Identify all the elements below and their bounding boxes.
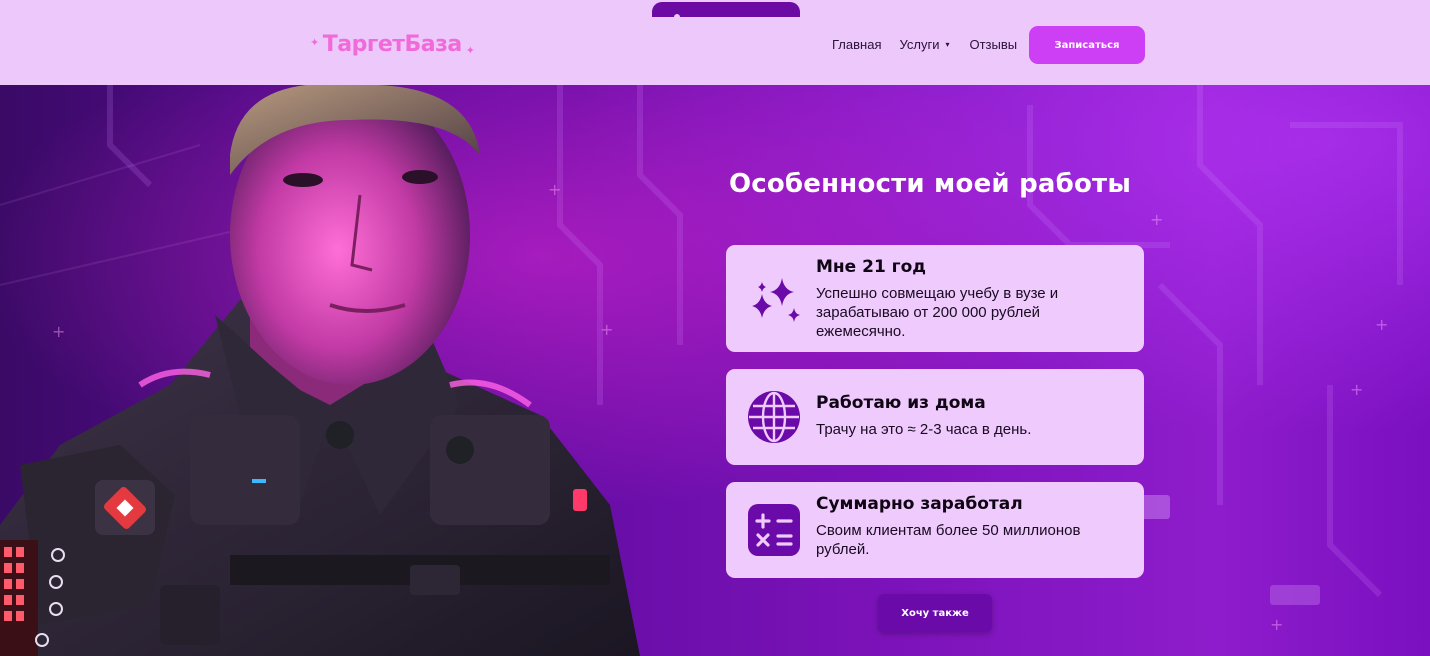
feature-card-remote: Работаю из дома Трачу на это ≈ 2-3 часа … bbox=[726, 369, 1144, 465]
signup-button[interactable]: Записаться bbox=[1029, 26, 1145, 64]
want-too-button[interactable]: Хочу также bbox=[878, 594, 992, 632]
nav-services-label: Услуги bbox=[899, 37, 940, 52]
site-header: ✦ ТаргетБаза ✦ Главная Услуги ▾ Отзывы З… bbox=[0, 0, 1430, 85]
sparkles-icon bbox=[752, 278, 800, 322]
logo-text: ТаргетБаза bbox=[322, 31, 463, 57]
feature-card-age: Мне 21 год Успешно совмещаю учебу в вузе… bbox=[726, 245, 1144, 352]
nav-reviews[interactable]: Отзывы bbox=[969, 37, 1017, 52]
feature-card-title: Суммарно заработал bbox=[816, 494, 1023, 514]
top-tab[interactable] bbox=[652, 2, 800, 20]
calculator-icon bbox=[748, 504, 800, 556]
logo-spark-right-icon: ✦ bbox=[465, 43, 475, 57]
svg-text:+: + bbox=[1375, 315, 1388, 334]
feature-card-title: Мне 21 год bbox=[816, 257, 926, 277]
globe-icon bbox=[748, 391, 800, 443]
feature-card-text: Успешно совмещаю учебу в вузе и зарабаты… bbox=[816, 285, 1059, 340]
main-nav: Главная Услуги ▾ Отзывы bbox=[832, 37, 1017, 52]
svg-text:+: + bbox=[1350, 380, 1363, 399]
logo[interactable]: ✦ ТаргетБаза ✦ bbox=[310, 28, 475, 60]
tab-dot bbox=[674, 14, 680, 20]
feature-card-text: Своим клиентам более 50 миллионов рублей… bbox=[816, 522, 1081, 558]
svg-text:+: + bbox=[1150, 210, 1163, 229]
chevron-down-icon: ▾ bbox=[945, 40, 950, 49]
feature-card-text: Трачу на это ≈ 2-3 часа в день. bbox=[816, 421, 1032, 438]
nav-services[interactable]: Услуги ▾ bbox=[899, 37, 949, 52]
feature-card-earnings: Суммарно заработал Своим клиентам более … bbox=[726, 482, 1144, 578]
hero-section: + + + + + + + Особенности моей работы Мн… bbox=[0, 85, 1430, 656]
logo-spark-left-icon: ✦ bbox=[310, 35, 319, 49]
hero-person-image bbox=[0, 85, 640, 656]
feature-card-title: Работаю из дома bbox=[816, 393, 986, 413]
svg-text:+: + bbox=[1270, 615, 1283, 634]
features-title: Особенности моей работы bbox=[728, 169, 1132, 199]
nav-home[interactable]: Главная bbox=[832, 37, 881, 52]
